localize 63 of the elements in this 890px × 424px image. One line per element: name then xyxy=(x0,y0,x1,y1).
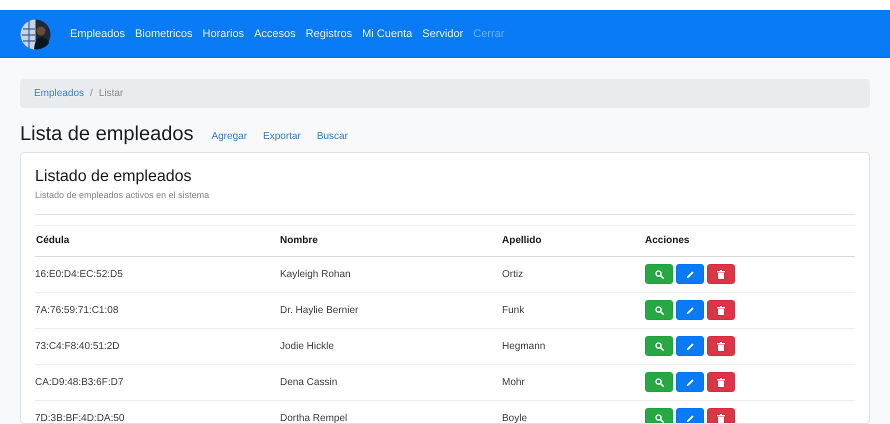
trash-icon xyxy=(717,342,725,350)
breadcrumb-separator: / xyxy=(90,87,93,101)
column-header: Nombre xyxy=(280,235,318,246)
logo-icon xyxy=(20,18,51,50)
nav-link[interactable]: Horarios xyxy=(200,26,246,42)
pencil-icon xyxy=(686,306,694,314)
pencil-icon xyxy=(686,270,694,278)
card-subtitle: Listado de empleados activos en el sistema xyxy=(35,189,210,202)
view-button[interactable] xyxy=(645,300,673,320)
nav-link[interactable]: Empleados xyxy=(68,26,128,42)
table-cell: Kayleigh Rohan xyxy=(280,268,351,280)
delete-button[interactable] xyxy=(707,300,735,320)
table-cell: Dena Cassin xyxy=(280,376,338,388)
page-link[interactable]: Exportar xyxy=(259,129,305,144)
nav-link[interactable]: Biometricos xyxy=(133,26,195,42)
column-header: Acciones xyxy=(645,235,690,246)
breadcrumb-current: Listar xyxy=(98,87,124,101)
table-cell: CA:D9:48:B3:6F:D7 xyxy=(35,376,124,388)
search-icon xyxy=(654,378,664,386)
trash-icon xyxy=(717,270,725,278)
view-button[interactable] xyxy=(645,336,673,356)
edit-button[interactable] xyxy=(676,336,704,356)
table-cell: Ortiz xyxy=(502,268,524,280)
table-cell: 7D:3B:BF:4D:DA:50 xyxy=(35,412,124,423)
table-cell: 7A:76:59:71:C1:08 xyxy=(35,304,118,316)
delete-button[interactable] xyxy=(707,336,735,356)
page-link[interactable]: Agregar xyxy=(207,129,252,144)
nav-link[interactable]: Servidor xyxy=(420,26,466,42)
pencil-icon xyxy=(686,342,694,350)
table-cell: Dortha Rempel xyxy=(280,412,348,423)
column-header: Apellido xyxy=(502,235,542,246)
trash-icon xyxy=(717,378,725,386)
card-title: Listado de empleados xyxy=(35,167,193,187)
view-button[interactable] xyxy=(645,408,673,423)
table-cell: 16:E0:D4:EC:52:D5 xyxy=(35,268,123,280)
table-cell: 73:C4:F8:40:51:2D xyxy=(35,340,120,352)
table-cell: Hegmann xyxy=(502,340,546,352)
nav-link[interactable]: Registros xyxy=(304,26,354,42)
trash-icon xyxy=(717,306,725,314)
delete-button[interactable] xyxy=(707,264,735,284)
view-button[interactable] xyxy=(645,264,673,284)
edit-button[interactable] xyxy=(676,408,704,423)
table-cell: Mohr xyxy=(502,376,525,388)
breadcrumb-link[interactable]: Empleados xyxy=(34,86,84,101)
table-cell: Boyle xyxy=(502,412,528,423)
edit-button[interactable] xyxy=(676,372,704,392)
delete-button[interactable] xyxy=(707,408,735,423)
page-link[interactable]: Buscar xyxy=(312,129,352,144)
nav-link[interactable]: Mi Cuenta xyxy=(360,26,414,42)
search-icon xyxy=(654,306,664,314)
page-title: Lista de empleados xyxy=(20,122,194,146)
table-cell: Funk xyxy=(502,304,524,316)
table-cell: Dr. Haylie Bernier xyxy=(280,304,358,316)
column-header: Cédula xyxy=(36,235,70,246)
nav-link[interactable]: Accesos xyxy=(252,26,298,42)
search-icon xyxy=(654,270,664,278)
search-icon xyxy=(654,342,664,350)
edit-button[interactable] xyxy=(676,264,704,284)
pencil-icon xyxy=(686,378,694,386)
view-button[interactable] xyxy=(645,372,673,392)
edit-button[interactable] xyxy=(676,300,704,320)
delete-button[interactable] xyxy=(707,372,735,392)
table-cell: Jodie Hickle xyxy=(280,340,334,352)
